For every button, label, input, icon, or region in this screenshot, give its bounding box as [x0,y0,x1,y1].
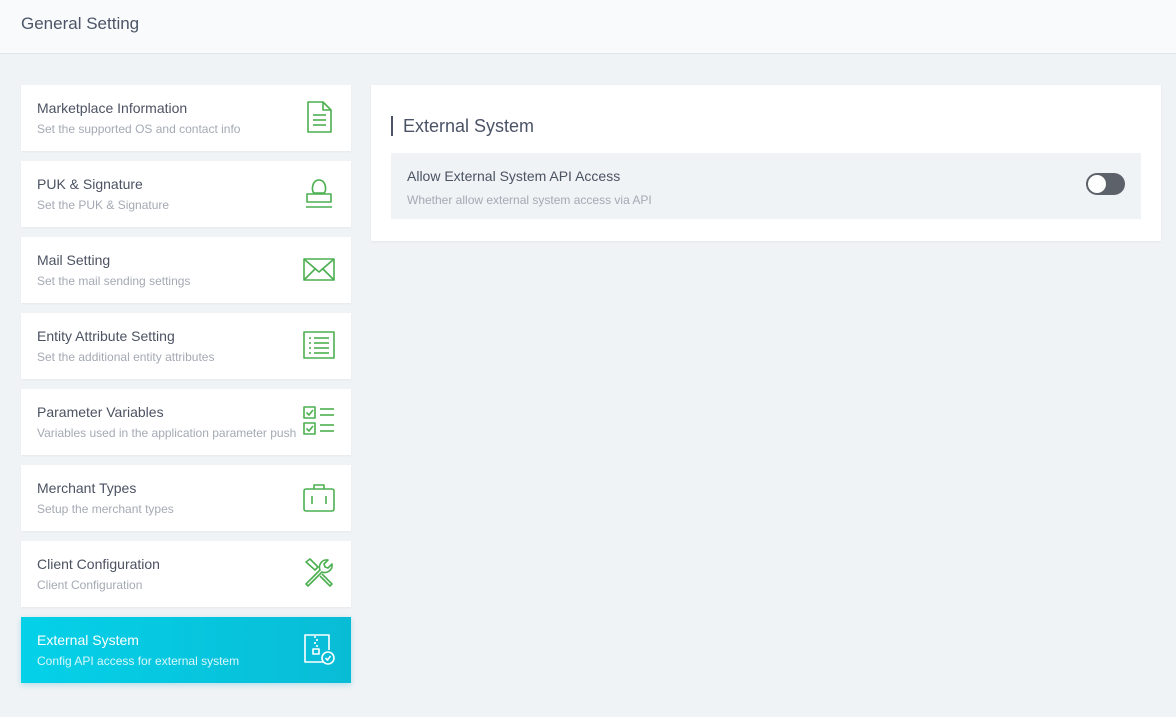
external-system-icon [302,632,336,666]
sidebar-item-client-configuration[interactable]: Client Configuration Client Configuratio… [21,541,351,607]
sidebar-item-title: External System [37,632,139,648]
sidebar-item-title: Client Configuration [37,556,160,572]
document-icon [302,100,336,134]
setting-row-api-access: Allow External System API Access Whether… [391,153,1141,219]
sidebar-item-merchant-types[interactable]: Merchant Types Setup the merchant types [21,465,351,531]
checklist-icon [302,404,336,438]
api-access-toggle[interactable] [1086,173,1125,195]
sidebar-item-desc: Setup the merchant types [37,502,174,516]
top-bar: General Setting [0,0,1176,54]
page-title: General Setting [21,14,140,33]
sidebar-item-external-system[interactable]: External System Config API access for ex… [21,617,351,683]
sidebar-item-desc: Config API access for external system [37,654,240,668]
external-system-panel: External System Allow External System AP… [371,85,1161,241]
setting-desc: Whether allow external system access via… [407,193,652,207]
setting-title: Allow External System API Access [407,168,621,184]
briefcase-icon [302,480,336,514]
sidebar-item-title: Marketplace Information [37,100,188,116]
sidebar-item-desc: Set the supported OS and contact info [37,122,241,136]
sidebar-item-parameter-variables[interactable]: Parameter Variables Variables used in th… [21,389,351,455]
sidebar-item-desc: Set the PUK & Signature [37,198,170,212]
envelope-icon [302,252,336,286]
sidebar-item-puk-signature[interactable]: PUK & Signature Set the PUK & Signature [21,161,351,227]
stamp-icon [302,176,336,210]
sidebar-item-title: Parameter Variables [37,404,164,420]
toggle-knob [1088,175,1106,193]
sidebar-item-desc: Set the additional entity attributes [37,350,215,364]
settings-sidebar: Marketplace Information Set the supporte… [21,85,351,693]
sidebar-item-title: Merchant Types [37,480,137,496]
panel-title: External System [391,116,534,136]
sidebar-item-title: PUK & Signature [37,176,143,192]
sidebar-item-desc: Variables used in the application parame… [37,426,297,440]
sidebar-item-desc: Client Configuration [37,578,143,592]
sidebar-item-entity-attribute-setting[interactable]: Entity Attribute Setting Set the additio… [21,313,351,379]
list-icon [302,328,336,362]
sidebar-item-mail-setting[interactable]: Mail Setting Set the mail sending settin… [21,237,351,303]
sidebar-item-marketplace-information[interactable]: Marketplace Information Set the supporte… [21,85,351,151]
tools-icon [302,556,336,590]
sidebar-item-title: Mail Setting [37,252,111,268]
sidebar-item-title: Entity Attribute Setting [37,328,175,344]
sidebar-item-desc: Set the mail sending settings [37,274,191,288]
